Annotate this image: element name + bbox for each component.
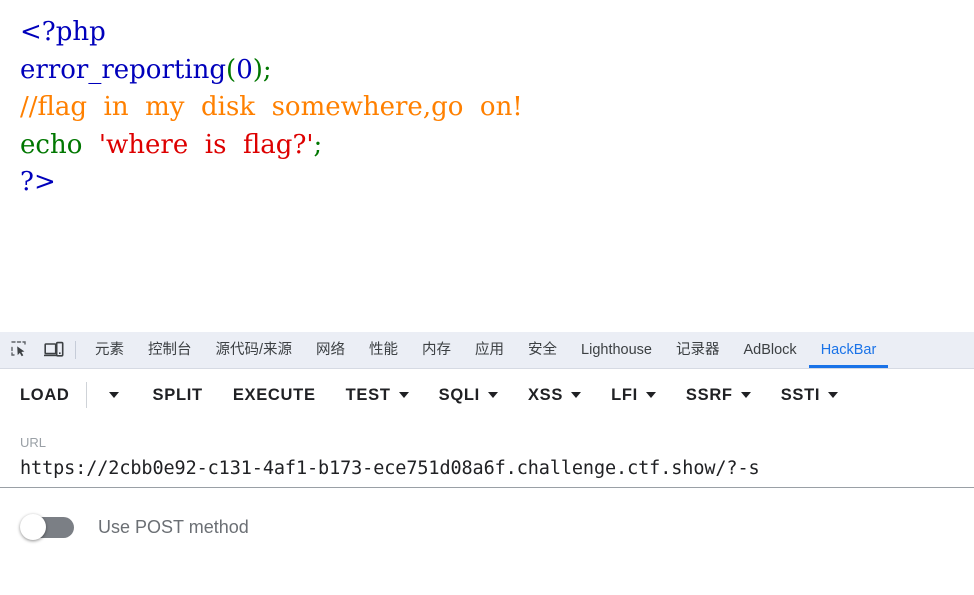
button-label: SSTI bbox=[780, 385, 821, 404]
devtools-tab-[interactable]: 应用 bbox=[463, 333, 516, 368]
button-label: SPLIT bbox=[152, 385, 203, 404]
chevron-down-icon bbox=[828, 392, 839, 398]
code-line: echo 'where is flag?'; bbox=[20, 127, 523, 165]
url-section: URL bbox=[0, 421, 974, 488]
load-button[interactable]: LOAD bbox=[18, 380, 72, 411]
code-token: 'where is flag?' bbox=[90, 129, 314, 160]
code-token: <?php bbox=[20, 17, 106, 47]
code-token: ; bbox=[262, 54, 272, 85]
devtools-tab-[interactable]: 安全 bbox=[516, 333, 569, 368]
sqli-button[interactable]: SQLI bbox=[437, 380, 500, 411]
code-token: error_reporting bbox=[20, 54, 227, 85]
toggle-knob bbox=[20, 514, 46, 540]
xss-button[interactable]: XSS bbox=[526, 380, 583, 411]
devtools-tabbar: 元素 控制台 源代码/来源 网络 性能 内存 应用 安全 Lighthouse 记录器 AdBloc… bbox=[0, 332, 974, 369]
devtools-tab-[interactable]: 内存 bbox=[410, 333, 463, 368]
hackbar-action-toolbar: LOAD SPLIT EXECUTE TEST SQLI XSS LFI SSRF SSTI bbox=[0, 369, 974, 421]
devtools-tab-list: 元素 控制台 源代码/来源 网络 性能 内存 应用 安全 Lighthouse 记录器 AdBloc… bbox=[83, 332, 888, 368]
devtools-tab-lighthouse[interactable]: Lighthouse bbox=[569, 333, 664, 368]
url-input[interactable] bbox=[20, 458, 954, 487]
post-method-row: Use POST method bbox=[0, 488, 974, 540]
devtools-tab-[interactable]: 源代码/来源 bbox=[204, 333, 305, 368]
devtools-tab-[interactable]: 网络 bbox=[304, 333, 357, 368]
button-label: LFI bbox=[611, 385, 638, 404]
button-label: LOAD bbox=[20, 385, 70, 404]
code-line: //flag in my disk somewhere,go on! bbox=[20, 89, 523, 127]
button-label: XSS bbox=[527, 385, 564, 404]
chevron-down-icon bbox=[645, 392, 656, 398]
ssti-button[interactable]: SSTI bbox=[779, 380, 840, 411]
code-token: ; bbox=[313, 129, 323, 160]
php-source-code: <?php error_reporting(0);//flag in my dis… bbox=[20, 14, 523, 202]
button-label: TEST bbox=[345, 385, 391, 404]
load-dropdown-button[interactable] bbox=[99, 386, 129, 404]
execute-button[interactable]: EXECUTE bbox=[231, 380, 318, 411]
devtools-tab-[interactable]: 控制台 bbox=[136, 333, 204, 368]
button-label: SQLI bbox=[438, 385, 480, 404]
devtools-tab-[interactable]: 元素 bbox=[83, 333, 136, 368]
chevron-down-icon bbox=[398, 392, 409, 398]
devtools-tab-hackbar[interactable]: HackBar bbox=[808, 333, 889, 368]
url-label: URL bbox=[20, 435, 47, 450]
code-token: ) bbox=[252, 54, 263, 85]
chevron-down-icon bbox=[487, 392, 498, 398]
use-post-method-toggle[interactable] bbox=[20, 514, 76, 540]
devtools-tab-[interactable]: 记录器 bbox=[664, 333, 732, 368]
use-post-method-label: Use POST method bbox=[98, 516, 249, 537]
chevron-down-icon bbox=[108, 392, 119, 398]
tabbar-divider bbox=[75, 341, 76, 359]
test-button[interactable]: TEST bbox=[344, 380, 411, 411]
device-toolbar-icon[interactable] bbox=[40, 337, 68, 363]
page-content-area: <?php error_reporting(0);//flag in my dis… bbox=[0, 0, 974, 332]
chevron-down-icon bbox=[571, 392, 582, 398]
devtools-tab-adblock[interactable]: AdBlock bbox=[731, 333, 808, 368]
code-line: ?> bbox=[20, 164, 523, 202]
inspect-element-icon[interactable] bbox=[6, 337, 34, 363]
split-button[interactable]: SPLIT bbox=[151, 380, 205, 411]
devtools-panel: 元素 控制台 源代码/来源 网络 性能 内存 应用 安全 Lighthouse 记录器 AdBloc… bbox=[0, 332, 974, 595]
devtools-tab-[interactable]: 性能 bbox=[357, 333, 410, 368]
button-label: SSRF bbox=[685, 385, 733, 404]
code-token: //flag in my disk somewhere,go on! bbox=[20, 92, 523, 122]
button-label: EXECUTE bbox=[232, 385, 316, 404]
load-dropdown-divider bbox=[85, 382, 87, 408]
code-line: <?php bbox=[20, 14, 523, 52]
chevron-down-icon bbox=[740, 392, 751, 398]
code-token: ( bbox=[226, 54, 237, 85]
code-token: echo bbox=[20, 129, 91, 160]
code-line: error_reporting(0); bbox=[20, 52, 523, 90]
lfi-button[interactable]: LFI bbox=[609, 380, 658, 411]
code-token: ?> bbox=[20, 167, 56, 197]
ssrf-button[interactable]: SSRF bbox=[684, 380, 753, 411]
code-token: 0 bbox=[236, 54, 253, 85]
